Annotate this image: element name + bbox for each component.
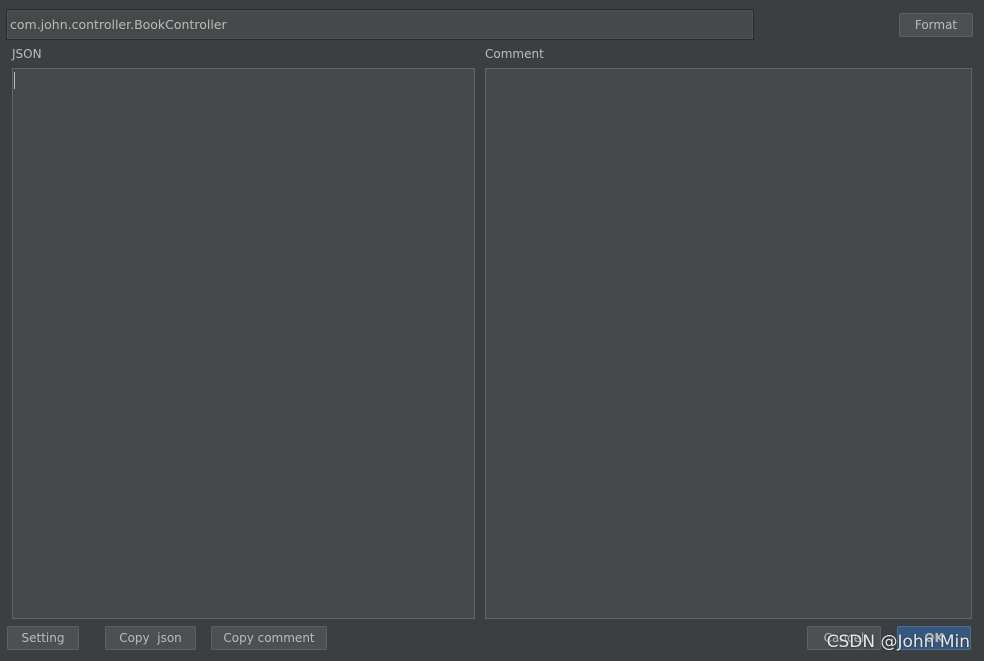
- cancel-button[interactable]: Cancel: [807, 626, 881, 650]
- class-name-input[interactable]: [6, 9, 754, 40]
- copy-comment-button[interactable]: Copy comment: [211, 626, 327, 650]
- json-textarea[interactable]: [12, 68, 475, 619]
- json-label: JSON: [12, 47, 42, 61]
- ok-button[interactable]: OK: [897, 626, 971, 650]
- setting-button[interactable]: Setting: [7, 626, 79, 650]
- json-comment-dialog: Format JSON Comment Setting Copy json Co…: [0, 0, 984, 661]
- comment-label: Comment: [485, 47, 544, 61]
- comment-textarea[interactable]: [485, 68, 972, 619]
- copy-json-button[interactable]: Copy json: [105, 626, 196, 650]
- format-button[interactable]: Format: [899, 13, 973, 37]
- text-caret: [14, 72, 15, 89]
